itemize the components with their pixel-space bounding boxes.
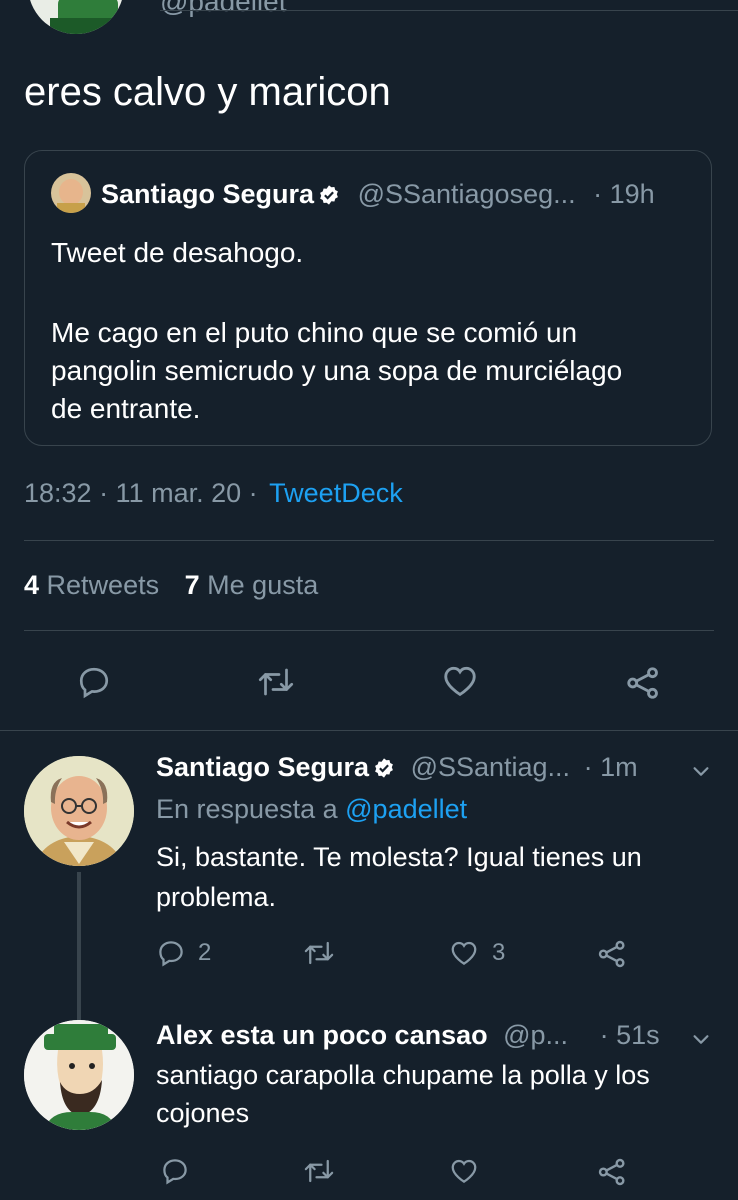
stats-divider xyxy=(24,630,714,631)
tweet-timestamp[interactable]: 18:32 · 11 mar. 20 · xyxy=(24,478,258,508)
verified-badge-icon xyxy=(373,757,395,779)
share-icon[interactable] xyxy=(596,1156,628,1188)
quoted-tweet-line2: Me cago en el puto chino que se comió un xyxy=(51,317,578,348)
heart-icon[interactable] xyxy=(448,1156,480,1186)
quoted-author-avatar xyxy=(51,173,91,213)
meta-divider xyxy=(24,540,714,541)
reply2-time: · 51s xyxy=(599,1020,660,1050)
reply-to-handle[interactable]: @padellet xyxy=(345,794,467,824)
reply-icon xyxy=(156,938,186,968)
thread-line xyxy=(77,872,81,1020)
retweet-icon[interactable] xyxy=(302,1156,336,1186)
reply2-author-handle[interactable]: @p... xyxy=(503,1020,568,1050)
retweet-icon[interactable] xyxy=(256,664,296,700)
heart-icon[interactable] xyxy=(440,662,480,700)
retweets-count: 4 xyxy=(24,570,40,600)
reply-icon[interactable] xyxy=(76,664,112,700)
reply1-like-count: 3 xyxy=(492,939,506,966)
reply2-text-line2: cojones xyxy=(156,1098,250,1128)
quoted-author-handle: @SSantiagoseg... xyxy=(357,179,576,209)
reply1-like-action[interactable]: 3 xyxy=(448,938,505,968)
reply1-text-line1: Si, bastante. Te molesta? Igual tienes u… xyxy=(156,842,642,872)
reply-to-label: En respuesta a xyxy=(156,794,338,824)
likes-label: Me gusta xyxy=(207,570,319,600)
likes-count: 7 xyxy=(184,570,200,600)
quoted-tweet-line1: Tweet de desahogo. xyxy=(51,237,304,268)
reply1-author-name[interactable]: Santiago Segura xyxy=(156,752,369,782)
verified-badge-icon xyxy=(318,184,340,206)
heart-icon xyxy=(448,938,480,968)
quoted-tweet-card[interactable]: Santiago Segura @SSantiagoseg... · 19h T… xyxy=(24,150,712,446)
reply2-text-line1: santiago carapolla chupame la polla y lo… xyxy=(156,1060,650,1090)
reply1-text-line2: problema. xyxy=(156,882,277,912)
reply1-reply-action[interactable]: 2 xyxy=(156,938,211,968)
retweets-label: Retweets xyxy=(46,570,160,600)
reply1-time: · 1m xyxy=(583,752,638,782)
quoted-tweet-line3: pangolin semicrudo y una sopa de murciél… xyxy=(51,355,623,386)
reply2-author-name[interactable]: Alex esta un poco cansao xyxy=(156,1020,488,1050)
action-bar-divider xyxy=(0,730,738,731)
retweets-stat[interactable]: 4 Retweets xyxy=(24,570,159,600)
reply1-reply-count: 2 xyxy=(198,939,212,966)
share-icon[interactable] xyxy=(624,664,662,702)
reply1-author-handle[interactable]: @SSantiag... xyxy=(411,752,571,782)
tweet-source[interactable]: TweetDeck xyxy=(269,478,403,508)
main-tweet-text: eres calvo y maricon xyxy=(24,70,391,114)
reply-icon[interactable] xyxy=(160,1156,190,1186)
top-author-handle[interactable]: @padellet xyxy=(160,0,287,18)
reply2-author-avatar[interactable] xyxy=(24,1020,134,1130)
quoted-tweet-line4: de entrante. xyxy=(51,393,201,424)
top-divider xyxy=(160,10,738,11)
likes-stat[interactable]: 7 Me gusta xyxy=(185,570,319,600)
quoted-tweet-time: · 19h xyxy=(593,179,655,209)
quoted-author-name: Santiago Segura xyxy=(101,179,315,209)
share-icon[interactable] xyxy=(596,938,628,970)
chevron-down-icon[interactable] xyxy=(690,760,712,782)
chevron-down-icon[interactable] xyxy=(690,1028,712,1050)
retweet-icon[interactable] xyxy=(302,938,336,968)
reply1-author-avatar[interactable] xyxy=(24,756,134,866)
top-author-avatar[interactable] xyxy=(28,0,124,34)
